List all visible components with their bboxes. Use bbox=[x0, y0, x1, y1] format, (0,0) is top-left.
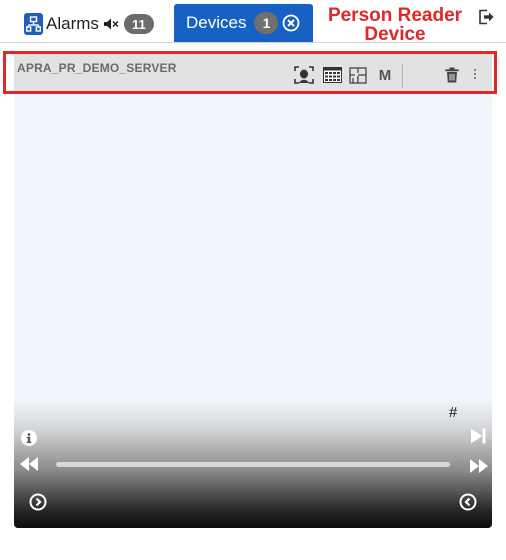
channel-label: # bbox=[449, 404, 458, 421]
devices-count-badge: 1 bbox=[254, 12, 279, 34]
progress-bar[interactable] bbox=[56, 462, 450, 467]
info-icon[interactable] bbox=[21, 430, 37, 446]
fast-forward-icon[interactable] bbox=[468, 456, 490, 476]
device-panel: APRA_PR_DEMO_SERVER M # bbox=[14, 54, 492, 528]
video-area[interactable] bbox=[14, 92, 492, 400]
tab-divider bbox=[0, 42, 506, 43]
next-circle-icon[interactable] bbox=[458, 492, 478, 512]
m-button[interactable]: M bbox=[376, 66, 394, 84]
alarms-count-badge: 11 bbox=[123, 14, 154, 34]
floorplan-icon[interactable] bbox=[348, 66, 368, 84]
more-options-icon[interactable] bbox=[472, 66, 478, 82]
mute-icon[interactable] bbox=[103, 17, 119, 31]
tab-alarms[interactable]: Alarms 11 bbox=[24, 10, 154, 38]
tab-devices[interactable]: Devices 1 bbox=[174, 4, 313, 42]
face-scan-icon[interactable] bbox=[294, 66, 314, 84]
prev-circle-icon[interactable] bbox=[28, 492, 48, 512]
close-circle-icon[interactable] bbox=[282, 14, 300, 32]
rewind-icon[interactable] bbox=[18, 454, 40, 474]
device-header: APRA_PR_DEMO_SERVER M bbox=[14, 54, 492, 92]
exit-icon[interactable] bbox=[478, 9, 494, 25]
tab-devices-label: Devices bbox=[186, 13, 247, 32]
annotation-label: Person Reader Device bbox=[327, 5, 463, 45]
skip-end-icon[interactable] bbox=[468, 426, 488, 446]
tab-alarms-label: Alarms bbox=[46, 14, 99, 33]
device-name: APRA_PR_DEMO_SERVER bbox=[17, 61, 177, 75]
player-controls: # bbox=[14, 400, 492, 528]
network-icon bbox=[24, 13, 43, 35]
toolbar-divider bbox=[402, 64, 403, 88]
tab-bar: Alarms 11 Devices 1 Person Reader Device bbox=[0, 0, 506, 46]
keypad-icon[interactable] bbox=[322, 66, 342, 84]
delete-icon[interactable] bbox=[444, 66, 460, 84]
